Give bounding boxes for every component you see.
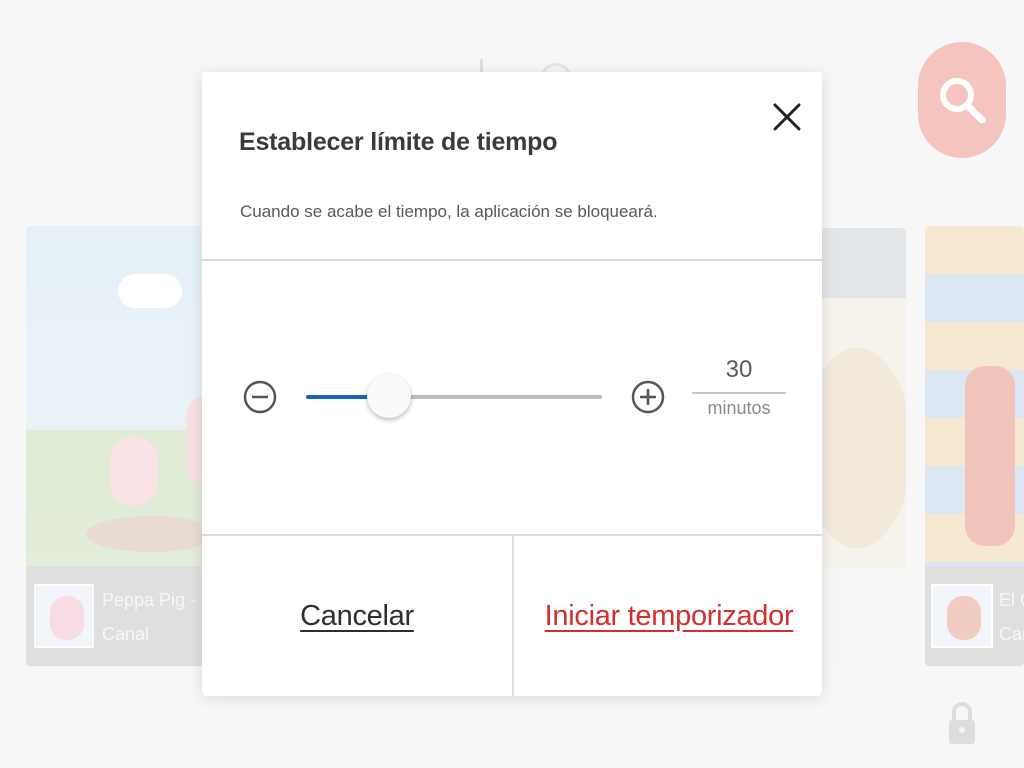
start-timer-button[interactable]: Iniciar temporizador	[514, 536, 824, 696]
close-button[interactable]	[766, 96, 808, 138]
value-underline	[692, 392, 786, 394]
cancel-button[interactable]: Cancelar	[202, 536, 512, 696]
timer-value: 30	[725, 356, 753, 383]
dialog-description: Cuando se acabe el tiempo, la aplicación…	[240, 202, 658, 221]
close-icon	[773, 103, 801, 131]
increase-button[interactable]	[630, 379, 666, 415]
timer-value-display: 30 minutos	[692, 354, 786, 419]
minus-circle-icon	[243, 380, 277, 414]
timer-unit: minutos	[707, 398, 771, 418]
dialog-title: Establecer límite de tiempo	[239, 128, 558, 156]
plus-circle-icon	[631, 380, 665, 414]
time-slider[interactable]	[306, 372, 602, 422]
divider	[202, 259, 822, 261]
time-limit-dialog: Establecer límite de tiempo Cuando se ac…	[202, 72, 822, 696]
slider-thumb[interactable]	[366, 374, 411, 418]
decrease-button[interactable]	[242, 379, 278, 415]
